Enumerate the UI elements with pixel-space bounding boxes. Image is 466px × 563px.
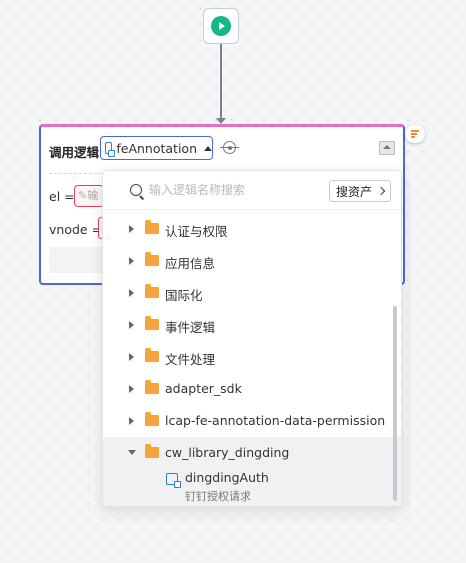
tree-item-label: 文件处理 bbox=[165, 352, 216, 367]
chevron-right-icon bbox=[376, 186, 386, 196]
tree-item-adapter-sdk[interactable]: adapter_sdk bbox=[103, 373, 401, 405]
folder-icon bbox=[145, 316, 159, 330]
expand-arrow-icon[interactable] bbox=[129, 385, 134, 393]
tree-item-label: cw_library_dingding bbox=[165, 445, 290, 460]
logic-dropdown: 搜资产 认证与权限 应用信息 国际化 事件逻辑 文件处理 bbox=[102, 170, 402, 507]
leaf-description: 钉钉授权请求 bbox=[185, 490, 251, 503]
edit-icon: ✎ bbox=[78, 189, 88, 202]
logic-select-value: feAnnotation bbox=[116, 140, 197, 156]
expand-arrow-icon[interactable] bbox=[129, 321, 134, 329]
caret-up-icon bbox=[204, 145, 212, 151]
collapse-arrow-icon[interactable] bbox=[128, 450, 136, 455]
tree-item-event-logic[interactable]: 事件逻辑 bbox=[103, 309, 401, 341]
tree-item-app-info[interactable]: 应用信息 bbox=[103, 245, 401, 277]
play-icon bbox=[211, 16, 231, 36]
param-label-vnode: vnode = bbox=[49, 222, 103, 237]
search-icon bbox=[130, 184, 142, 196]
logic-function-icon bbox=[105, 142, 116, 157]
locate-target-icon[interactable] bbox=[220, 141, 239, 154]
start-node[interactable] bbox=[203, 8, 239, 44]
folder-icon bbox=[145, 444, 159, 458]
tree-item-lcap-fe-annotation[interactable]: lcap-fe-annotation-data-permission bbox=[103, 405, 401, 437]
param-input-placeholder: 输 bbox=[87, 189, 99, 202]
expand-arrow-icon[interactable] bbox=[129, 257, 134, 265]
search-row: 搜资产 bbox=[103, 171, 401, 210]
param-label-el: el = bbox=[49, 189, 75, 204]
folder-icon bbox=[145, 348, 159, 362]
expand-arrow-icon[interactable] bbox=[129, 289, 134, 297]
collapse-button[interactable] bbox=[379, 141, 395, 155]
folder-icon bbox=[145, 220, 159, 234]
leaf-title: dingdingAuth bbox=[185, 470, 269, 485]
tree-item-label: 事件逻辑 bbox=[165, 320, 216, 335]
tree-item-i18n[interactable]: 国际化 bbox=[103, 277, 401, 309]
param-input-el[interactable]: ✎输 bbox=[74, 185, 104, 207]
folder-icon bbox=[145, 284, 159, 298]
tree-item-label: adapter_sdk bbox=[165, 381, 242, 396]
expand-arrow-icon[interactable] bbox=[129, 225, 134, 233]
tree-item-label: 国际化 bbox=[165, 288, 203, 303]
expand-arrow-icon[interactable] bbox=[129, 417, 134, 425]
sort-icon[interactable] bbox=[405, 125, 425, 143]
tree-item-label: 应用信息 bbox=[165, 256, 216, 271]
tree-leaf-dingding-auth[interactable]: dingdingAuth 钉钉授权请求 bbox=[103, 469, 401, 506]
search-assets-button[interactable]: 搜资产 bbox=[328, 180, 391, 202]
tree-item-auth[interactable]: 认证与权限 bbox=[103, 213, 401, 245]
flow-connector bbox=[220, 44, 222, 118]
logic-function-icon bbox=[166, 473, 181, 488]
folder-icon bbox=[145, 252, 159, 266]
tree-item-label: 认证与权限 bbox=[165, 224, 228, 239]
tree-item-file-handling[interactable]: 文件处理 bbox=[103, 341, 401, 373]
scrollbar[interactable] bbox=[393, 306, 397, 501]
tree-item-label: lcap-fe-annotation-data-permission bbox=[165, 413, 386, 428]
folder-icon bbox=[145, 412, 159, 426]
tree-item-cw-library-dingding[interactable]: cw_library_dingding bbox=[103, 437, 401, 469]
search-input[interactable] bbox=[149, 180, 319, 200]
search-assets-label: 搜资产 bbox=[335, 184, 372, 199]
expand-arrow-icon[interactable] bbox=[129, 353, 134, 361]
logic-tree: 认证与权限 应用信息 国际化 事件逻辑 文件处理 adapter_sdk lca… bbox=[103, 213, 401, 506]
node-label: 调用逻辑 bbox=[49, 145, 100, 160]
folder-icon bbox=[145, 380, 159, 394]
logic-select[interactable]: feAnnotation bbox=[100, 136, 213, 160]
